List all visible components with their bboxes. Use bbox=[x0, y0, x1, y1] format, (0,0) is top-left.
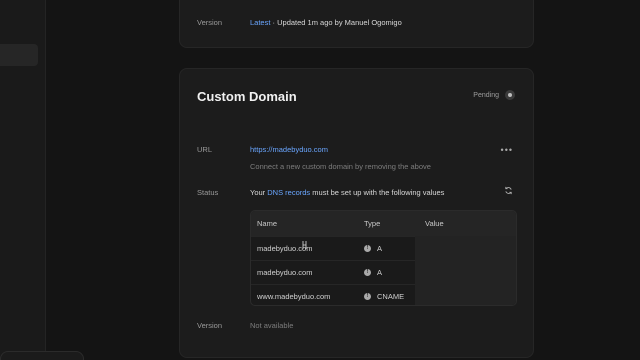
more-horizontal-icon[interactable]: ••• bbox=[501, 145, 513, 155]
pending-dot-icon bbox=[505, 90, 515, 100]
dns-records-link[interactable]: DNS records bbox=[267, 188, 310, 197]
version-info: Latest · Updated 1m ago by Manuel Ogomig… bbox=[250, 18, 402, 27]
status-badge-label: Pending bbox=[473, 91, 499, 99]
info-icon[interactable]: ! bbox=[364, 293, 371, 300]
refresh-icon[interactable] bbox=[504, 186, 513, 195]
status-label: Status bbox=[197, 188, 219, 197]
status-suffix: must be set up with the following values bbox=[312, 188, 445, 197]
url-link[interactable]: https://madebyduo.com bbox=[250, 145, 328, 154]
record-type: CNAME bbox=[377, 292, 405, 301]
column-value: Value bbox=[425, 219, 444, 228]
url-label: URL bbox=[197, 145, 213, 154]
status-prefix: Your bbox=[250, 188, 266, 197]
status-message: Your DNS records must be set up with the… bbox=[250, 188, 444, 197]
value-column-redacted bbox=[415, 236, 516, 305]
record-type: A bbox=[377, 268, 383, 277]
record-name: madebyduo.com bbox=[257, 268, 313, 277]
version-label: Version bbox=[197, 321, 223, 330]
version-card: Version Latest · Updated 1m ago by Manue… bbox=[179, 0, 534, 48]
sidebar bbox=[0, 0, 46, 360]
column-name: Name bbox=[257, 219, 278, 228]
status-badge: Pending bbox=[473, 90, 515, 100]
latest-link[interactable]: Latest bbox=[250, 18, 270, 27]
dns-records-table: Name Type Value madebyduo.com ! A madeby… bbox=[250, 210, 517, 306]
card-title: Custom Domain bbox=[197, 89, 297, 104]
custom-domain-card: Custom Domain Pending URL https://madeby… bbox=[179, 68, 534, 358]
record-name: www.madebyduo.com bbox=[257, 292, 331, 301]
record-type: A bbox=[377, 244, 383, 253]
table-header: Name Type Value bbox=[251, 211, 516, 236]
version-label: Version bbox=[197, 18, 223, 27]
sidebar-active-item[interactable] bbox=[0, 44, 38, 66]
column-type: Type bbox=[364, 219, 381, 228]
bottom-control[interactable] bbox=[0, 351, 84, 360]
app-root: Version Latest · Updated 1m ago by Manue… bbox=[0, 0, 640, 360]
cursor-icon bbox=[302, 241, 307, 249]
info-icon[interactable]: ! bbox=[364, 245, 371, 252]
info-icon[interactable]: ! bbox=[364, 269, 371, 276]
version-value: Not available bbox=[250, 321, 294, 330]
version-detail: · Updated 1m ago by Manuel Ogomigo bbox=[272, 18, 402, 27]
url-hint: Connect a new custom domain by removing … bbox=[250, 162, 431, 171]
